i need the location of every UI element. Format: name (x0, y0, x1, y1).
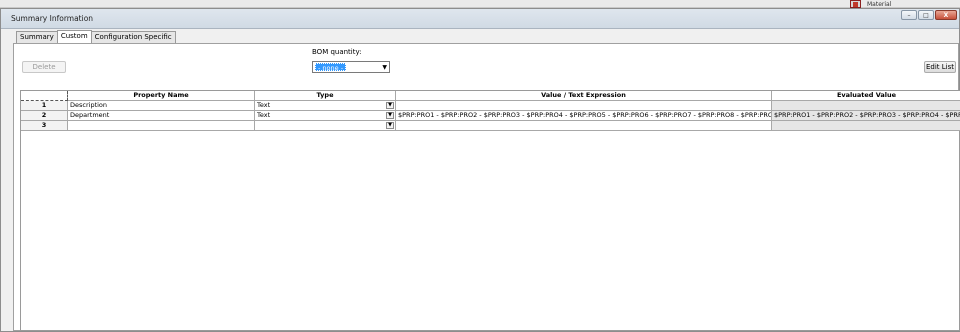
row-number-header[interactable] (21, 91, 68, 101)
column-header-evaluated-value[interactable]: Evaluated Value (772, 91, 960, 101)
table-header-row: Property Name Type Value / Text Expressi… (21, 91, 960, 101)
column-header-value[interactable]: Value / Text Expression (396, 91, 772, 101)
background-app-strip (0, 0, 960, 8)
column-header-type[interactable]: Type (255, 91, 396, 101)
edit-list-button[interactable]: Edit List (924, 61, 956, 73)
bom-quantity-value: - none - (315, 63, 347, 72)
row-number[interactable]: 1 (21, 101, 68, 111)
property-name-cell[interactable]: Description (68, 101, 255, 111)
value-cell[interactable] (396, 121, 772, 131)
type-cell[interactable]: Text ▼ (255, 111, 396, 121)
table-row: 1 Description Text ▼ (21, 101, 960, 111)
chevron-down-icon[interactable]: ▼ (386, 102, 394, 109)
evaluated-value-cell: $PRP:PRO1 - $PRP:PRO2 - $PRP:PRO3 - $PRP… (772, 111, 960, 121)
type-cell[interactable]: Text ▼ (255, 101, 396, 111)
row-number[interactable]: 3 (21, 121, 68, 131)
evaluated-value-cell (772, 121, 960, 131)
window-controls: – □ X (901, 10, 957, 20)
background-app-tab[interactable]: Material (850, 0, 891, 8)
chevron-down-icon[interactable]: ▼ (386, 112, 394, 119)
close-button[interactable]: X (935, 10, 957, 20)
type-cell[interactable]: ▼ (255, 121, 396, 131)
custom-properties-panel: Delete BOM quantity: - none - ▼ Edit Lis… (13, 43, 960, 331)
properties-table: Property Name Type Value / Text Expressi… (20, 90, 960, 331)
value-cell[interactable]: $PRP:PRO1 - $PRP:PRO2 - $PRP:PRO3 - $PRP… (396, 111, 772, 121)
table-row: 3 ▼ (21, 121, 960, 131)
background-app-label: Material (867, 0, 892, 8)
type-value: Text (257, 101, 271, 109)
window-title: Summary Information (11, 14, 94, 23)
row-number[interactable]: 2 (21, 111, 68, 121)
tab-custom[interactable]: Custom (56, 30, 92, 43)
column-header-property-name[interactable]: Property Name (68, 91, 255, 101)
material-icon (850, 0, 861, 8)
summary-information-dialog: Summary Information – □ X Summary Custom… (0, 8, 960, 332)
tab-strip: Summary Custom Configuration Specific (16, 30, 176, 43)
title-bar[interactable]: Summary Information – □ X (1, 9, 959, 29)
tab-configuration-specific[interactable]: Configuration Specific (90, 31, 176, 43)
tab-summary[interactable]: Summary (16, 31, 58, 43)
table-row: 2 Department Text ▼ $PRP:PRO1 - $PRP:PRO… (21, 111, 960, 121)
bom-quantity-label: BOM quantity: (312, 48, 362, 56)
bom-quantity-select[interactable]: - none - ▼ (312, 61, 390, 73)
evaluated-value-cell (772, 101, 960, 111)
type-value: Text (257, 111, 271, 119)
property-name-cell[interactable] (68, 121, 255, 131)
delete-button[interactable]: Delete (22, 61, 66, 73)
chevron-down-icon: ▼ (382, 64, 387, 71)
property-name-cell[interactable]: Department (68, 111, 255, 121)
chevron-down-icon[interactable]: ▼ (386, 122, 394, 129)
value-cell[interactable] (396, 101, 772, 111)
maximize-button[interactable]: □ (918, 10, 934, 20)
minimize-button[interactable]: – (901, 10, 917, 20)
